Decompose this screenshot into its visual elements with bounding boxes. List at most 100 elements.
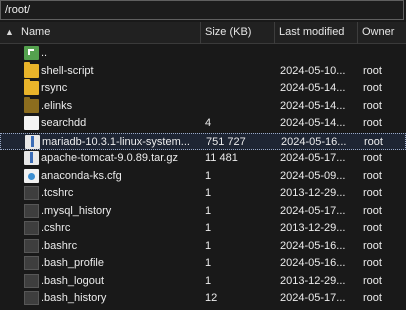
file-row[interactable]: .bash_profile 1 2024-05-16... root	[0, 255, 406, 272]
file-row[interactable]: .bash_history 12 2024-05-17... root	[0, 290, 406, 307]
file-row[interactable]: .cshrc 1 2013-12-29... root	[0, 220, 406, 237]
file-name: .bash_profile	[41, 257, 104, 269]
file-modified: 2024-05-16...	[280, 239, 346, 252]
file-owner: root	[363, 169, 382, 182]
file-name: .bash_logout	[41, 274, 104, 287]
file-owner: root	[363, 99, 382, 112]
file-name: .bash_history	[41, 292, 107, 304]
archive-icon	[24, 151, 39, 165]
file-size: 751 727	[206, 135, 246, 148]
file-row[interactable]: .bashrc 1 2024-05-16... root	[0, 238, 406, 255]
file-owner: root	[364, 135, 383, 148]
file-name: .mysql_history	[41, 204, 112, 217]
file-list-header: ▲ Name Size (KB) Last modified Owner	[0, 22, 406, 44]
file-modified: 2013-12-29...	[280, 187, 346, 199]
column-header-owner[interactable]: Owner	[358, 22, 406, 44]
file-row[interactable]: rsync 2024-05-14... root	[0, 79, 406, 97]
file-modified: 2024-05-17...	[280, 292, 346, 304]
file-row[interactable]: .elinks 2024-05-14... root	[0, 96, 406, 115]
file-name: .cshrc	[41, 222, 71, 234]
file-name: anaconda-ks.cfg	[41, 169, 122, 182]
column-header-name[interactable]: ▲ Name	[0, 22, 201, 44]
file-name: shell-script	[41, 64, 94, 77]
file-modified: 2013-12-29...	[280, 222, 346, 234]
file-row[interactable]: .bash_logout 1 2013-12-29... root	[0, 273, 406, 290]
column-label-modified: Last modified	[279, 26, 345, 38]
file-owner	[363, 46, 403, 61]
file-name: .tcshrc	[41, 187, 74, 199]
file-modified: 2024-05-14...	[280, 117, 346, 129]
column-label-name: Name	[21, 26, 51, 38]
file-owner: root	[363, 239, 382, 252]
path-text: /root/	[5, 4, 31, 16]
file-size: 1	[205, 204, 212, 217]
file-size	[205, 46, 275, 61]
file-owner: root	[363, 222, 382, 234]
hidden-file-icon	[24, 186, 39, 200]
file-size: 1	[205, 187, 212, 199]
sort-ascending-icon: ▲	[5, 27, 14, 37]
file-name: ..	[41, 47, 48, 59]
file-size: 12	[205, 292, 218, 304]
file-owner: root	[363, 152, 382, 164]
file-row[interactable]: mariadb-10.3.1-linux-system... 751 727 202…	[0, 132, 406, 150]
file-icon	[24, 116, 39, 130]
file-modified: 2024-05-16...	[281, 135, 347, 148]
file-modified: 2024-05-17...	[280, 204, 346, 217]
hidden-file-icon	[24, 273, 39, 288]
file-name: .elinks	[41, 99, 73, 112]
file-size: 1	[205, 239, 212, 252]
column-label-size: Size (KB)	[205, 26, 252, 38]
file-modified: 2024-05-16...	[280, 257, 346, 269]
file-owner: root	[363, 292, 382, 304]
file-owner: root	[363, 257, 382, 269]
file-row[interactable]: shell-script 2024-05-10... root	[0, 61, 406, 80]
file-row[interactable]: .tcshrc 1 2013-12-29... root	[0, 185, 406, 202]
file-owner: root	[363, 204, 382, 217]
file-owner: root	[363, 117, 382, 129]
file-size	[205, 81, 275, 96]
file-size	[205, 99, 275, 114]
archive-icon	[25, 134, 40, 149]
file-row[interactable]: apache-tomcat-9.0.89.tar.gz 11 481 2024-05…	[0, 150, 406, 167]
file-modified: 2024-05-09...	[280, 169, 346, 182]
file-row[interactable]: anaconda-ks.cfg 1 2024-05-09... root	[0, 168, 406, 185]
hidden-file-icon	[24, 238, 39, 253]
file-name: rsync	[41, 82, 68, 94]
file-name: .bashrc	[41, 239, 78, 252]
file-modified: 2024-05-17...	[280, 152, 346, 164]
config-file-icon	[24, 168, 39, 183]
file-owner: root	[363, 274, 382, 287]
path-bar[interactable]: /root/	[0, 0, 404, 20]
file-size: 1	[205, 222, 212, 234]
file-owner: root	[363, 187, 382, 199]
file-name: apache-tomcat-9.0.89.tar.gz	[41, 152, 178, 164]
hidden-file-icon	[24, 291, 39, 305]
hidden-file-icon	[24, 256, 39, 270]
file-owner: root	[363, 64, 382, 77]
file-size: 1	[205, 274, 212, 287]
file-size: 1	[205, 257, 212, 269]
folder-icon	[24, 61, 39, 78]
folder-icon	[24, 79, 39, 95]
hidden-folder-icon	[24, 96, 39, 113]
file-name: searchdd	[41, 117, 87, 129]
column-header-size[interactable]: Size (KB)	[201, 22, 275, 44]
column-header-modified[interactable]: Last modified	[275, 22, 358, 44]
file-size: 1	[205, 169, 212, 182]
file-name: mariadb-10.3.1-linux-system...	[42, 135, 190, 148]
file-size	[205, 64, 275, 79]
file-modified: 2013-12-29...	[280, 274, 346, 287]
file-size: 11 481	[205, 152, 238, 164]
file-modified: 2024-05-14...	[280, 99, 346, 112]
file-row[interactable]: .mysql_history 1 2024-05-17... root	[0, 203, 406, 220]
file-owner: root	[363, 82, 382, 94]
file-modified	[280, 46, 358, 61]
hidden-file-icon	[24, 203, 39, 218]
column-label-owner: Owner	[362, 26, 395, 38]
file-row[interactable]: searchdd 4 2024-05-14... root	[0, 115, 406, 132]
file-modified: 2024-05-10...	[280, 64, 346, 77]
file-size: 4	[205, 117, 212, 129]
parent-folder-icon	[24, 46, 39, 60]
file-row[interactable]: ..	[0, 45, 406, 62]
